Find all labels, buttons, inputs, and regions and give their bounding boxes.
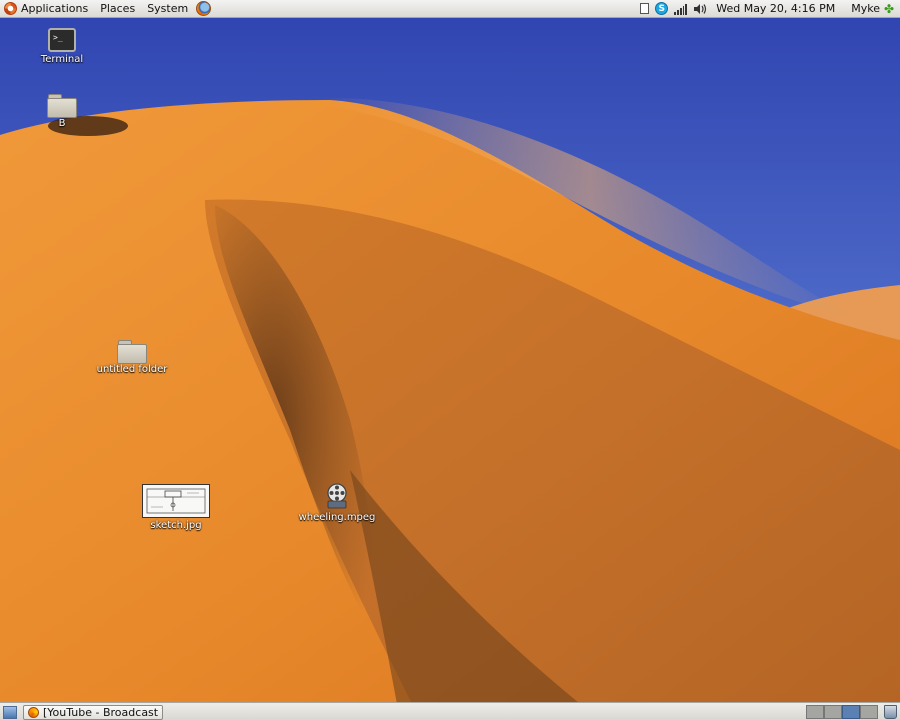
user-switcher[interactable]: Myke [841, 2, 884, 15]
user-status-icon[interactable]: ✤ [884, 3, 896, 15]
applications-menu-label: Applications [21, 2, 89, 15]
video-file-icon [322, 482, 352, 510]
system-menu[interactable]: System [141, 0, 194, 17]
taskbar-window-button[interactable]: [YouTube - Broadcast Y... [23, 704, 163, 720]
workspace-1[interactable] [806, 705, 824, 719]
desktop-icon-label: Terminal [40, 54, 84, 65]
places-menu-label: Places [100, 2, 136, 15]
clock[interactable]: Wed May 20, 4:16 PM [710, 2, 841, 15]
workspace-3[interactable] [842, 705, 860, 719]
desktop-icon-label: B [58, 118, 66, 129]
trash-icon[interactable] [884, 705, 897, 719]
places-menu[interactable]: Places [94, 0, 141, 17]
desktop-screen: Applications Places System S Wed May 20,… [0, 0, 900, 720]
skype-icon[interactable]: S [655, 2, 669, 15]
taskbar-window-title: [YouTube - Broadcast Y... [43, 705, 162, 719]
workspace-4[interactable] [860, 705, 878, 719]
bottom-panel: [YouTube - Broadcast Y... [0, 702, 900, 720]
desktop-icon-untitled-folder[interactable]: untitled folder [96, 340, 168, 375]
system-menu-label: System [147, 2, 189, 15]
user-name: Myke [851, 2, 880, 15]
folder-icon [47, 94, 77, 118]
desktop-icon-label: untitled folder [96, 364, 168, 375]
desktop-icon-sketch[interactable]: sketch.jpg [138, 484, 214, 531]
desktop-icon-folder-b[interactable]: B [37, 94, 87, 129]
desktop-icon-label: sketch.jpg [150, 520, 202, 531]
desktop-icon-label: wheeling.mpeg [298, 512, 376, 523]
firefox-icon [28, 706, 39, 718]
image-thumbnail-icon [142, 484, 210, 518]
desktop-icon-terminal[interactable]: Terminal [37, 28, 87, 65]
volume-icon[interactable] [693, 3, 707, 15]
network-signal-icon[interactable] [674, 3, 688, 15]
ubuntu-logo-icon [4, 2, 17, 15]
show-desktop-icon[interactable] [3, 705, 17, 719]
terminal-icon [48, 28, 76, 52]
folder-icon [117, 340, 147, 364]
applications-menu[interactable]: Applications [0, 0, 94, 17]
firefox-icon[interactable] [196, 1, 212, 16]
desktop-icon-wheeling[interactable]: wheeling.mpeg [298, 482, 376, 523]
document-icon[interactable] [640, 3, 650, 14]
workspace-2[interactable] [824, 705, 842, 719]
workspace-switcher [806, 705, 878, 719]
system-tray: S Wed May 20, 4:16 PM Myke ✤ [637, 0, 900, 17]
top-panel: Applications Places System S Wed May 20,… [0, 0, 900, 18]
